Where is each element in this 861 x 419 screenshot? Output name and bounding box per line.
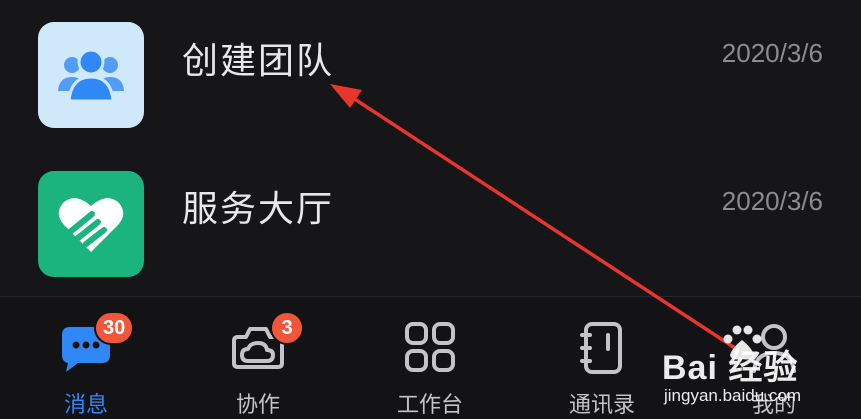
- tab-messages[interactable]: 30 消息: [0, 297, 172, 419]
- contacts-book-icon: [580, 322, 622, 374]
- baidu-jingyan-watermark: Bai 经验 jingyan.baidu.com: [662, 318, 852, 418]
- tab-label: 工作台: [396, 393, 463, 418]
- list-item-title: 创建团队: [182, 41, 335, 82]
- watermark-brand: Bai 经验: [662, 349, 799, 387]
- list-item-create-team[interactable]: 创建团队 2020/3/6: [0, 0, 861, 148]
- tab-label: 协作: [235, 393, 280, 418]
- watermark-url: jingyan.baidu.com: [664, 386, 802, 405]
- list-item-date: 2020/3/6: [721, 186, 823, 216]
- grid-icon: [405, 322, 455, 372]
- team-icon: [38, 22, 144, 128]
- tab-workbench[interactable]: 工作台: [344, 297, 516, 419]
- list-item-title: 服务大厅: [182, 189, 335, 230]
- collaboration-count-badge: 3: [270, 311, 304, 345]
- tab-label: 消息: [63, 393, 108, 418]
- tab-collaboration[interactable]: 3 协作: [172, 297, 344, 419]
- heart-hand-icon: [38, 171, 144, 277]
- list-item-date: 2020/3/6: [721, 38, 823, 68]
- unread-count-badge: 30: [94, 311, 135, 345]
- list-item-service-hall[interactable]: 服务大厅 2020/3/6: [0, 148, 861, 296]
